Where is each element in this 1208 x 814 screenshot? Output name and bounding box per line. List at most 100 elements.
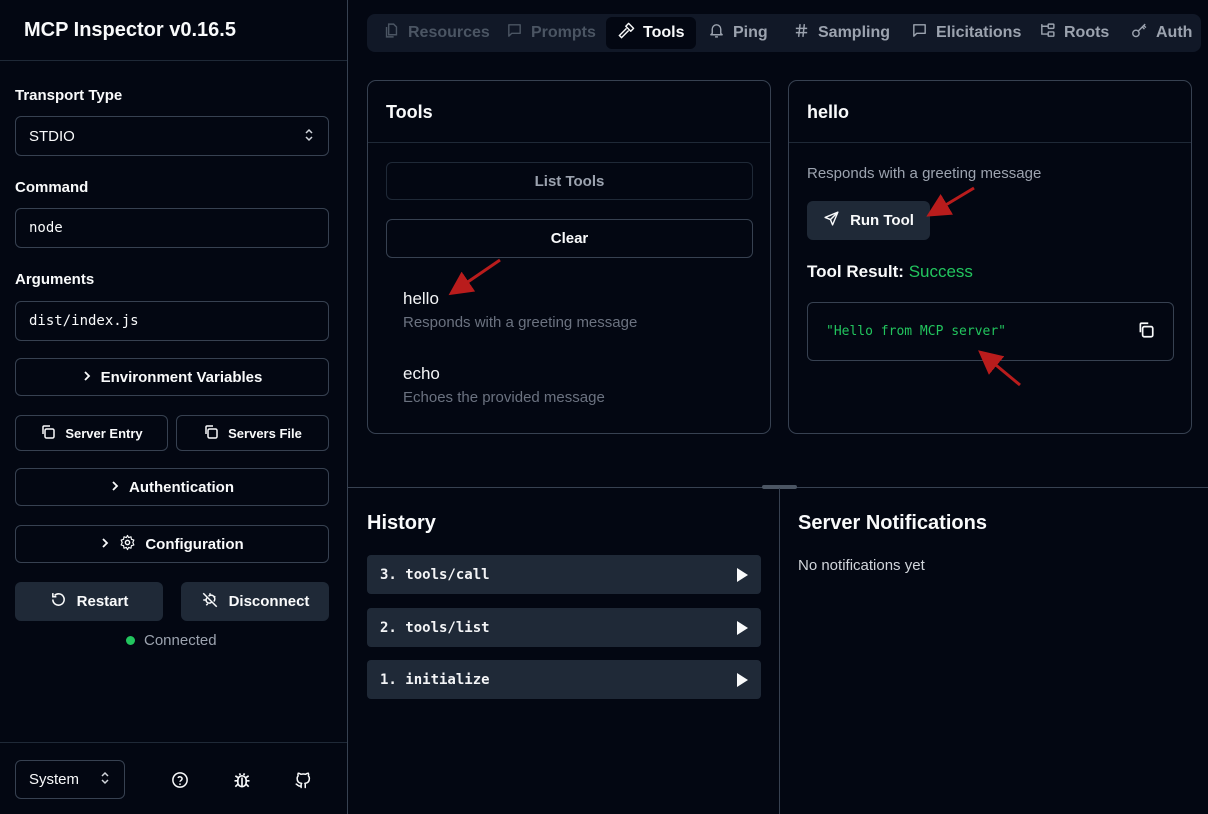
tab-prompts[interactable]: Prompts <box>494 17 608 49</box>
tab-roots[interactable]: Roots <box>1027 17 1121 49</box>
tab-label: Auth <box>1156 24 1193 41</box>
tool-result-heading: Tool Result: Success <box>807 262 973 282</box>
disconnect-button[interactable]: Disconnect <box>181 582 329 621</box>
chevron-right-icon <box>110 479 120 495</box>
transport-type-label: Transport Type <box>15 87 123 104</box>
arguments-value: dist/index.js <box>29 313 139 329</box>
copy-icon <box>203 424 219 443</box>
bell-icon <box>708 22 725 44</box>
tool-result-box: "Hello from MCP server" <box>807 302 1174 361</box>
theme-select[interactable]: System <box>15 760 125 799</box>
tool-detail-description: Responds with a greeting message <box>807 165 1042 182</box>
history-item-label: 3. tools/call <box>380 566 490 583</box>
list-tools-button[interactable]: List Tools <box>386 162 753 200</box>
tool-name: echo <box>403 364 440 383</box>
theme-value: System <box>29 771 80 788</box>
github-icon[interactable] <box>291 768 315 792</box>
tab-label: Resources <box>408 24 490 41</box>
transport-type-value: STDIO <box>29 127 75 145</box>
servers-file-button[interactable]: Servers File <box>176 415 329 451</box>
status-dot <box>126 636 135 645</box>
vertical-divider <box>779 488 780 814</box>
tab-label: Prompts <box>531 24 596 41</box>
play-icon <box>737 567 748 582</box>
play-icon <box>737 672 748 687</box>
help-circle-icon[interactable] <box>168 768 192 792</box>
disconnect-label: Disconnect <box>228 593 310 610</box>
tool-detail-title: hello <box>807 102 850 122</box>
chevron-right-icon <box>100 536 110 552</box>
tab-tools[interactable]: Tools <box>606 17 697 49</box>
server-notifications-title: Server Notifications <box>798 512 987 534</box>
configuration-button[interactable]: Configuration <box>15 525 329 563</box>
run-tool-button[interactable]: Run Tool <box>807 201 930 240</box>
command-value: node <box>29 220 63 236</box>
configuration-label: Configuration <box>145 535 244 553</box>
tool-description: Echoes the provided message <box>403 389 605 406</box>
tool-result-status: Success <box>908 262 973 281</box>
tab-label: Ping <box>733 24 768 41</box>
connection-status: Connected <box>126 632 217 649</box>
arguments-input[interactable]: dist/index.js <box>15 301 329 341</box>
hammer-icon <box>618 22 635 44</box>
environment-variables-button[interactable]: Environment Variables <box>15 358 329 396</box>
key-icon <box>1131 22 1148 44</box>
tab-ping[interactable]: Ping <box>696 17 780 49</box>
server-entry-label: Server Entry <box>65 425 143 441</box>
history-item[interactable]: 2. tools/list <box>367 608 761 647</box>
command-label: Command <box>15 179 89 196</box>
restart-button[interactable]: Restart <box>15 582 163 621</box>
servers-file-label: Servers File <box>228 425 302 441</box>
notifications-empty-text: No notifications yet <box>798 557 925 574</box>
play-icon <box>737 620 748 635</box>
tab-sampling[interactable]: Sampling <box>781 17 902 49</box>
chevrons-up-down-icon <box>99 771 111 788</box>
tab-label: Roots <box>1064 24 1110 41</box>
bug-icon[interactable] <box>230 768 254 792</box>
transport-type-select[interactable]: STDIO <box>15 116 329 156</box>
history-item-label: 2. tools/list <box>380 619 490 636</box>
tool-result-label: Tool Result: <box>807 262 904 281</box>
sidebar-footer-divider <box>0 742 347 743</box>
panel-divider <box>789 142 1191 143</box>
clear-label: Clear <box>550 230 589 247</box>
rotate-ccw-icon <box>50 591 67 612</box>
history-item-label: 1. initialize <box>380 671 490 688</box>
tools-panel-title: Tools <box>386 102 433 122</box>
environment-variables-label: Environment Variables <box>100 368 263 386</box>
panel-divider <box>368 142 770 143</box>
message-square-icon <box>911 22 928 44</box>
status-label: Connected <box>144 632 217 649</box>
tab-label: Sampling <box>818 24 891 41</box>
unplug-icon <box>201 591 219 613</box>
tool-description: Responds with a greeting message <box>403 314 638 331</box>
tab-elicitations[interactable]: Elicitations <box>899 17 1033 49</box>
files-icon <box>383 22 400 44</box>
gear-icon <box>119 534 136 555</box>
sidebar: MCP Inspector v0.16.5 Transport Type STD… <box>0 0 348 814</box>
chevron-right-icon <box>82 369 92 385</box>
sidebar-header-divider <box>0 60 347 61</box>
list-tools-label: List Tools <box>534 172 605 190</box>
history-item[interactable]: 1. initialize <box>367 660 761 699</box>
tab-label: Elicitations <box>936 24 1022 41</box>
tab-auth[interactable]: Auth <box>1119 17 1204 49</box>
command-input[interactable]: node <box>15 208 329 248</box>
chevrons-up-down-icon <box>303 128 315 145</box>
history-item[interactable]: 3. tools/call <box>367 555 761 594</box>
authentication-label: Authentication <box>129 478 234 496</box>
tool-name: hello <box>403 289 439 308</box>
tab-resources[interactable]: Resources <box>371 17 502 49</box>
restart-label: Restart <box>76 593 129 610</box>
copy-icon <box>40 424 56 443</box>
tools-panel: Tools List Tools Clear hello Responds wi… <box>367 80 771 434</box>
run-tool-label: Run Tool <box>850 212 914 229</box>
tab-bar: Resources Prompts Tools Ping Sampling El… <box>367 14 1201 52</box>
server-entry-button[interactable]: Server Entry <box>15 415 168 451</box>
app-title: MCP Inspector v0.16.5 <box>24 19 236 41</box>
copy-icon[interactable] <box>1137 321 1155 343</box>
tool-result-text: "Hello from MCP server" <box>826 324 1007 339</box>
authentication-button[interactable]: Authentication <box>15 468 329 506</box>
tool-detail-panel: hello Responds with a greeting message R… <box>788 80 1192 434</box>
clear-button[interactable]: Clear <box>386 219 753 258</box>
